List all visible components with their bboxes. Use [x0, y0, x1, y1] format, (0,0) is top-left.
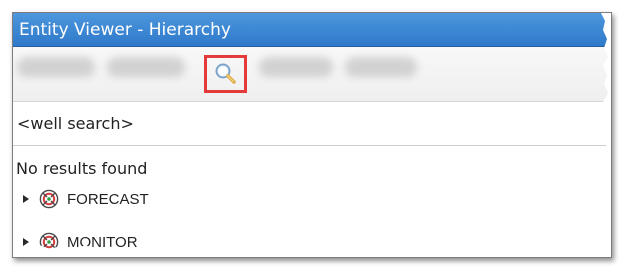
- window-title-text: Entity Viewer - Hierarchy: [19, 20, 231, 40]
- entity-viewer-panel: Entity Viewer - Hierarchy <well search> …: [12, 12, 612, 258]
- results-message: No results found: [16, 159, 148, 178]
- results-panel: No results found FORECAST MONITOR: [13, 147, 611, 257]
- blurred-toolbar-control: [107, 57, 185, 77]
- tree-item-forecast[interactable]: FORECAST: [19, 186, 149, 212]
- tree-item-monitor[interactable]: MONITOR: [19, 229, 138, 255]
- tree-item-label: MONITOR: [67, 233, 138, 251]
- expand-caret-icon[interactable]: [19, 192, 33, 206]
- screenshot-canvas: Entity Viewer - Hierarchy <well search> …: [0, 0, 619, 268]
- toolbar: [13, 47, 611, 102]
- blurred-toolbar-control: [17, 57, 95, 77]
- monitor-icon: [39, 232, 59, 252]
- tree-item-label: FORECAST: [67, 190, 149, 208]
- search-button-highlight[interactable]: [204, 55, 247, 93]
- search-icon: [214, 62, 238, 86]
- forecast-icon: [39, 189, 59, 209]
- blurred-toolbar-control: [345, 57, 417, 77]
- well-search-row: [13, 102, 611, 146]
- expand-caret-icon[interactable]: [19, 235, 33, 249]
- window-title: Entity Viewer - Hierarchy: [13, 13, 611, 47]
- search-button[interactable]: [207, 58, 244, 90]
- well-search-input[interactable]: [13, 102, 611, 145]
- blurred-toolbar-control: [259, 57, 333, 77]
